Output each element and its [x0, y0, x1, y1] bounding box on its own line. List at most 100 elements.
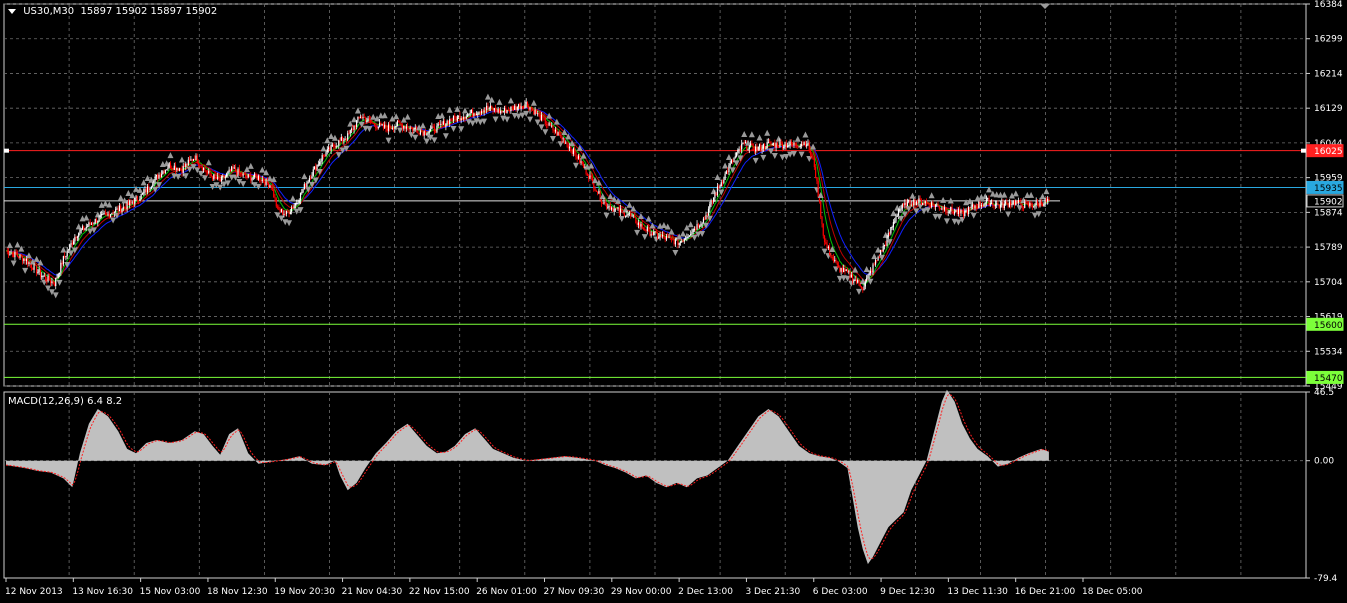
candle-body [727, 171, 729, 173]
candle-body [1002, 202, 1004, 209]
candle-body [794, 142, 796, 146]
timeframe-label: M30 [52, 6, 75, 17]
candle-body [582, 163, 585, 168]
candle-body [224, 176, 226, 179]
candle-body [367, 118, 369, 121]
candle-body [140, 193, 142, 199]
candle-body [117, 208, 119, 212]
candle-body [461, 118, 464, 120]
candle-body [427, 132, 429, 135]
candle-body [908, 199, 910, 202]
candle-body [149, 188, 151, 190]
candle-body [211, 176, 214, 180]
candle-body [162, 171, 164, 174]
chart-shift-marker[interactable] [1040, 4, 1050, 9]
fractal-up-marker [1028, 191, 1035, 198]
candle-body [645, 230, 647, 232]
candle-body [857, 279, 859, 283]
dropdown-triangle-icon[interactable] [8, 8, 16, 14]
candle-body [356, 120, 358, 127]
fractal-up-marker [507, 97, 514, 104]
price-axis-label: 15789 [1314, 243, 1343, 253]
candle-body [246, 177, 248, 179]
candle-body [925, 201, 928, 203]
fractal-up-marker [1039, 193, 1046, 200]
candle-body [359, 117, 362, 119]
candle-body [264, 181, 266, 185]
candle-body [15, 251, 17, 255]
candle-body [399, 121, 401, 124]
candle-body [74, 237, 76, 242]
candle-body [801, 144, 803, 146]
candle-body [528, 106, 530, 110]
candle-body [282, 209, 284, 215]
candle-body [414, 128, 416, 130]
candle-body [217, 176, 219, 179]
candle-body [627, 213, 629, 215]
candle-body [150, 186, 152, 189]
candle-body [835, 259, 837, 263]
candle-body [219, 179, 221, 182]
candle-body [479, 111, 481, 114]
candle-body [152, 185, 154, 187]
candle-body [608, 206, 610, 208]
fractal-up-marker [894, 204, 901, 211]
candle-body [9, 254, 11, 256]
candle-body [955, 210, 957, 212]
candle-body [1040, 201, 1042, 205]
candle-body [373, 123, 376, 126]
chart-area[interactable]: US30,M30 15897 15902 15897 15902 MACD(12… [0, 0, 1347, 599]
candle-body [103, 213, 105, 215]
candle-body [157, 174, 159, 179]
candle-body [28, 262, 30, 264]
candle-body [808, 142, 810, 152]
candle-body [983, 204, 985, 206]
candle-body [171, 168, 173, 170]
candle-body [203, 167, 205, 171]
candle-body [353, 125, 355, 130]
ma-mid-line [6, 106, 1050, 282]
candle-body [358, 116, 360, 118]
candle-body [826, 244, 828, 249]
candle-body [47, 275, 49, 281]
candle-body [927, 202, 929, 204]
candle-body [614, 208, 617, 210]
candle-body [495, 108, 497, 111]
candle-body [459, 115, 461, 121]
candle-body [951, 206, 953, 212]
candle-body [432, 126, 434, 128]
candle-body [280, 209, 282, 212]
candle-body [911, 204, 914, 206]
candle-body [700, 224, 702, 227]
candle-body [974, 205, 976, 208]
candle-body [695, 229, 697, 231]
candle-body [14, 251, 16, 258]
candle-body [917, 201, 919, 204]
candle-body [667, 236, 669, 238]
candle-body [988, 198, 990, 206]
candle-body [547, 124, 549, 126]
fractal-down-marker [855, 288, 862, 295]
fractal-up-marker [775, 135, 782, 142]
candle-body [584, 166, 586, 168]
fractal-down-marker [806, 155, 813, 162]
candle-body [273, 189, 275, 198]
candle-body [843, 268, 845, 273]
candle-body [575, 152, 577, 158]
candle-body [821, 216, 823, 224]
fractal-down-marker [175, 173, 182, 180]
candle-body [534, 110, 536, 115]
candle-body [625, 215, 627, 217]
candle-body [99, 215, 101, 217]
candle-body [840, 267, 842, 272]
candle-body [474, 113, 476, 115]
candle-body [505, 107, 507, 114]
candle-body [653, 232, 655, 235]
candle-body [899, 209, 901, 211]
candle-body [539, 113, 541, 121]
candle-body [48, 275, 50, 281]
candle-body [108, 213, 110, 217]
candle-body [521, 106, 523, 108]
candle-body [1017, 200, 1019, 204]
candle-body [686, 237, 688, 239]
